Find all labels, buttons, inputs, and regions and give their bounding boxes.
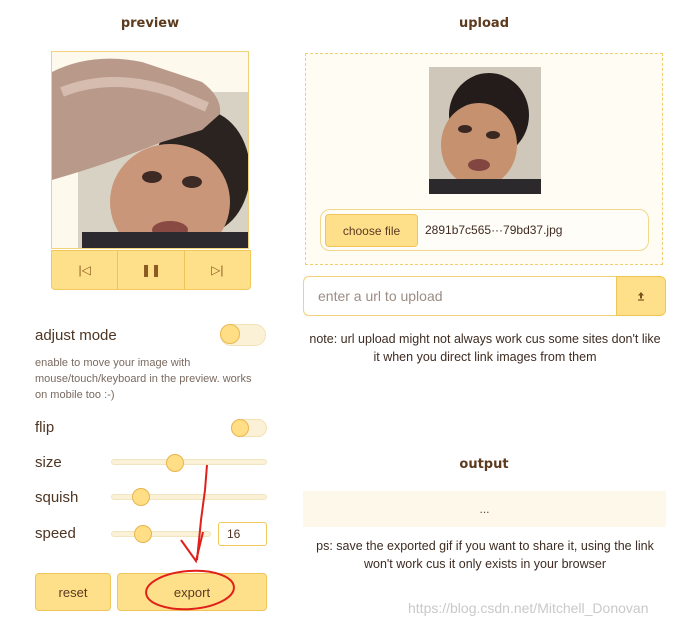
- adjust-mode-hint: enable to move your image with mouse/tou…: [35, 357, 252, 401]
- file-name: 2891b7c565···79bd37.jpg: [425, 223, 563, 237]
- skip-back-icon: |◁: [78, 263, 91, 277]
- preview-heading: preview: [120, 16, 180, 31]
- flip-toggle[interactable]: [231, 419, 267, 437]
- speed-slider-thumb[interactable]: [133, 525, 152, 543]
- output-box: ...: [303, 491, 666, 527]
- toggle-knob: [220, 324, 240, 344]
- preview-canvas[interactable]: [51, 51, 249, 249]
- adjust-mode-toggle[interactable]: [220, 324, 266, 346]
- skip-forward-icon: ▷|: [211, 263, 224, 277]
- url-input[interactable]: enter a url to upload: [303, 276, 617, 316]
- annotation-arrow-line: [196, 464, 208, 561]
- pause-button[interactable]: ❚❚: [118, 251, 185, 289]
- choose-file-button[interactable]: choose file: [325, 214, 418, 247]
- speed-label: speed: [35, 525, 76, 542]
- watermark: https://blog.csdn.net/Mitchell_Donovan: [408, 600, 649, 616]
- url-upload-button[interactable]: [616, 276, 666, 316]
- output-note: ps: save the exported gif if you want to…: [316, 539, 654, 571]
- upload-note: note: url upload might not always work c…: [309, 332, 661, 364]
- skip-forward-button[interactable]: ▷|: [185, 251, 250, 289]
- speed-slider-track[interactable]: [111, 531, 211, 537]
- squish-label: squish: [35, 489, 79, 506]
- adjust-mode-label: adjust mode: [35, 327, 117, 344]
- skip-back-button[interactable]: |◁: [52, 251, 119, 289]
- upload-arrow-icon: [638, 292, 644, 301]
- playback-controls: |◁ ❚❚ ▷|: [51, 250, 251, 290]
- export-button[interactable]: export: [117, 573, 267, 611]
- toggle-knob: [231, 419, 249, 437]
- reset-button[interactable]: reset: [35, 573, 111, 611]
- speed-input[interactable]: 16: [218, 522, 267, 546]
- size-label: size: [35, 454, 62, 471]
- uploaded-thumbnail: [429, 67, 541, 194]
- preview-image: [52, 52, 248, 248]
- squish-slider-thumb[interactable]: [131, 488, 150, 506]
- size-slider-thumb[interactable]: [166, 454, 185, 472]
- flip-label: flip: [35, 419, 55, 436]
- size-slider-track[interactable]: [111, 459, 267, 465]
- pause-icon: ❚❚: [140, 263, 162, 277]
- output-heading: output: [459, 457, 509, 472]
- upload-heading: upload: [458, 16, 510, 31]
